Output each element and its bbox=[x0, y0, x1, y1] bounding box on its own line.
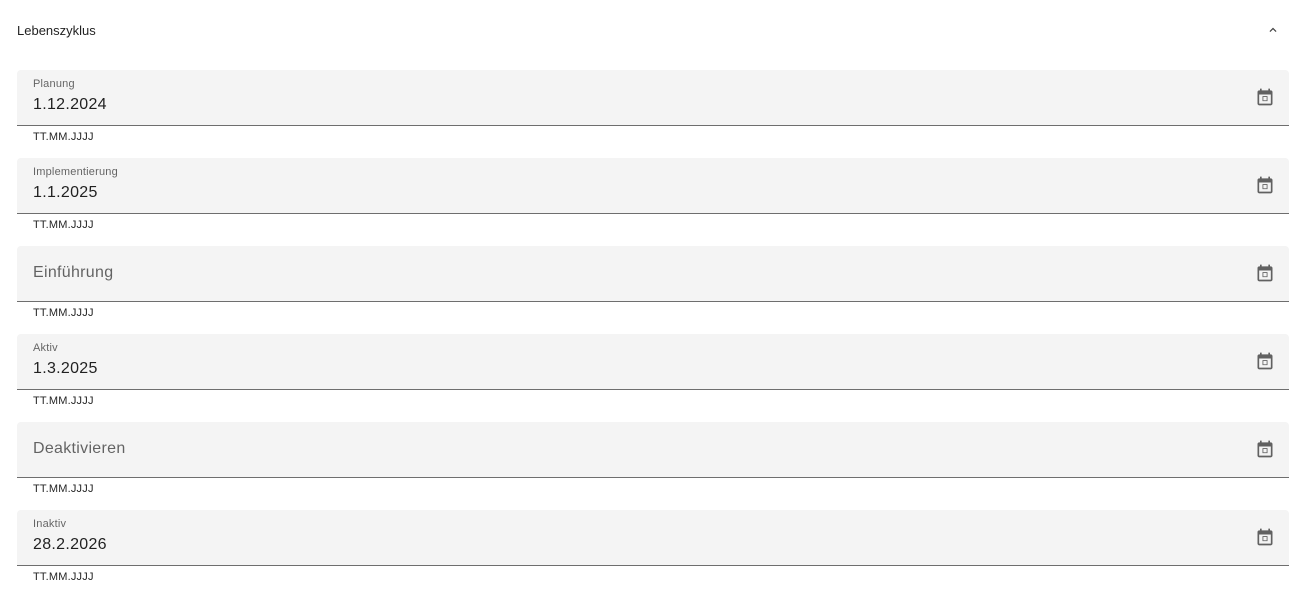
implementierung-hint: TT.MM.JJJJ bbox=[33, 219, 94, 231]
inaktiv-label: Inaktiv bbox=[33, 518, 67, 530]
panel-title: Lebenszyklus bbox=[17, 22, 96, 38]
aktiv-value[interactable]: 1.3.2025 bbox=[33, 360, 98, 378]
aktiv-hint: TT.MM.JJJJ bbox=[33, 395, 94, 407]
implementierung-value[interactable]: 1.1.2025 bbox=[33, 184, 98, 202]
implementierung-date-field: Implementierung 1.1.2025 TT.MM.JJJJ bbox=[17, 158, 1289, 246]
deaktivieren-hint: TT.MM.JJJJ bbox=[33, 483, 94, 495]
calendar-icon[interactable] bbox=[1253, 261, 1277, 285]
inaktiv-date-field: Inaktiv 28.2.2026 TT.MM.JJJJ bbox=[17, 510, 1289, 591]
lifecycle-fields: Planung 1.12.2024 TT.MM.JJJJ Implementie… bbox=[17, 70, 1289, 591]
einfuehrung-hint: TT.MM.JJJJ bbox=[33, 307, 94, 319]
aktiv-date-input[interactable]: Aktiv 1.3.2025 bbox=[17, 334, 1289, 390]
planung-date-field: Planung 1.12.2024 TT.MM.JJJJ bbox=[17, 70, 1289, 158]
einfuehrung-label: Einführung bbox=[33, 264, 114, 281]
implementierung-label: Implementierung bbox=[33, 166, 118, 178]
implementierung-date-input[interactable]: Implementierung 1.1.2025 bbox=[17, 158, 1289, 214]
aktiv-date-field: Aktiv 1.3.2025 TT.MM.JJJJ bbox=[17, 334, 1289, 422]
calendar-icon[interactable] bbox=[1253, 525, 1277, 549]
einfuehrung-date-input[interactable]: Einführung bbox=[17, 246, 1289, 302]
deaktivieren-label: Deaktivieren bbox=[33, 440, 126, 457]
deaktivieren-date-field: Deaktivieren TT.MM.JJJJ bbox=[17, 422, 1289, 510]
calendar-icon[interactable] bbox=[1253, 349, 1277, 373]
planung-label: Planung bbox=[33, 78, 75, 90]
aktiv-label: Aktiv bbox=[33, 342, 58, 354]
calendar-icon[interactable] bbox=[1253, 173, 1277, 197]
einfuehrung-date-field: Einführung TT.MM.JJJJ bbox=[17, 246, 1289, 334]
chevron-up-icon[interactable] bbox=[1265, 22, 1281, 38]
calendar-icon[interactable] bbox=[1253, 437, 1277, 461]
calendar-icon[interactable] bbox=[1253, 85, 1277, 109]
planung-value[interactable]: 1.12.2024 bbox=[33, 96, 107, 114]
planung-hint: TT.MM.JJJJ bbox=[33, 131, 94, 143]
deaktivieren-date-input[interactable]: Deaktivieren bbox=[17, 422, 1289, 478]
lifecycle-panel-header[interactable]: Lebenszyklus bbox=[0, 0, 1298, 60]
inaktiv-hint: TT.MM.JJJJ bbox=[33, 571, 94, 583]
planung-date-input[interactable]: Planung 1.12.2024 bbox=[17, 70, 1289, 126]
inaktiv-date-input[interactable]: Inaktiv 28.2.2026 bbox=[17, 510, 1289, 566]
inaktiv-value[interactable]: 28.2.2026 bbox=[33, 536, 107, 554]
